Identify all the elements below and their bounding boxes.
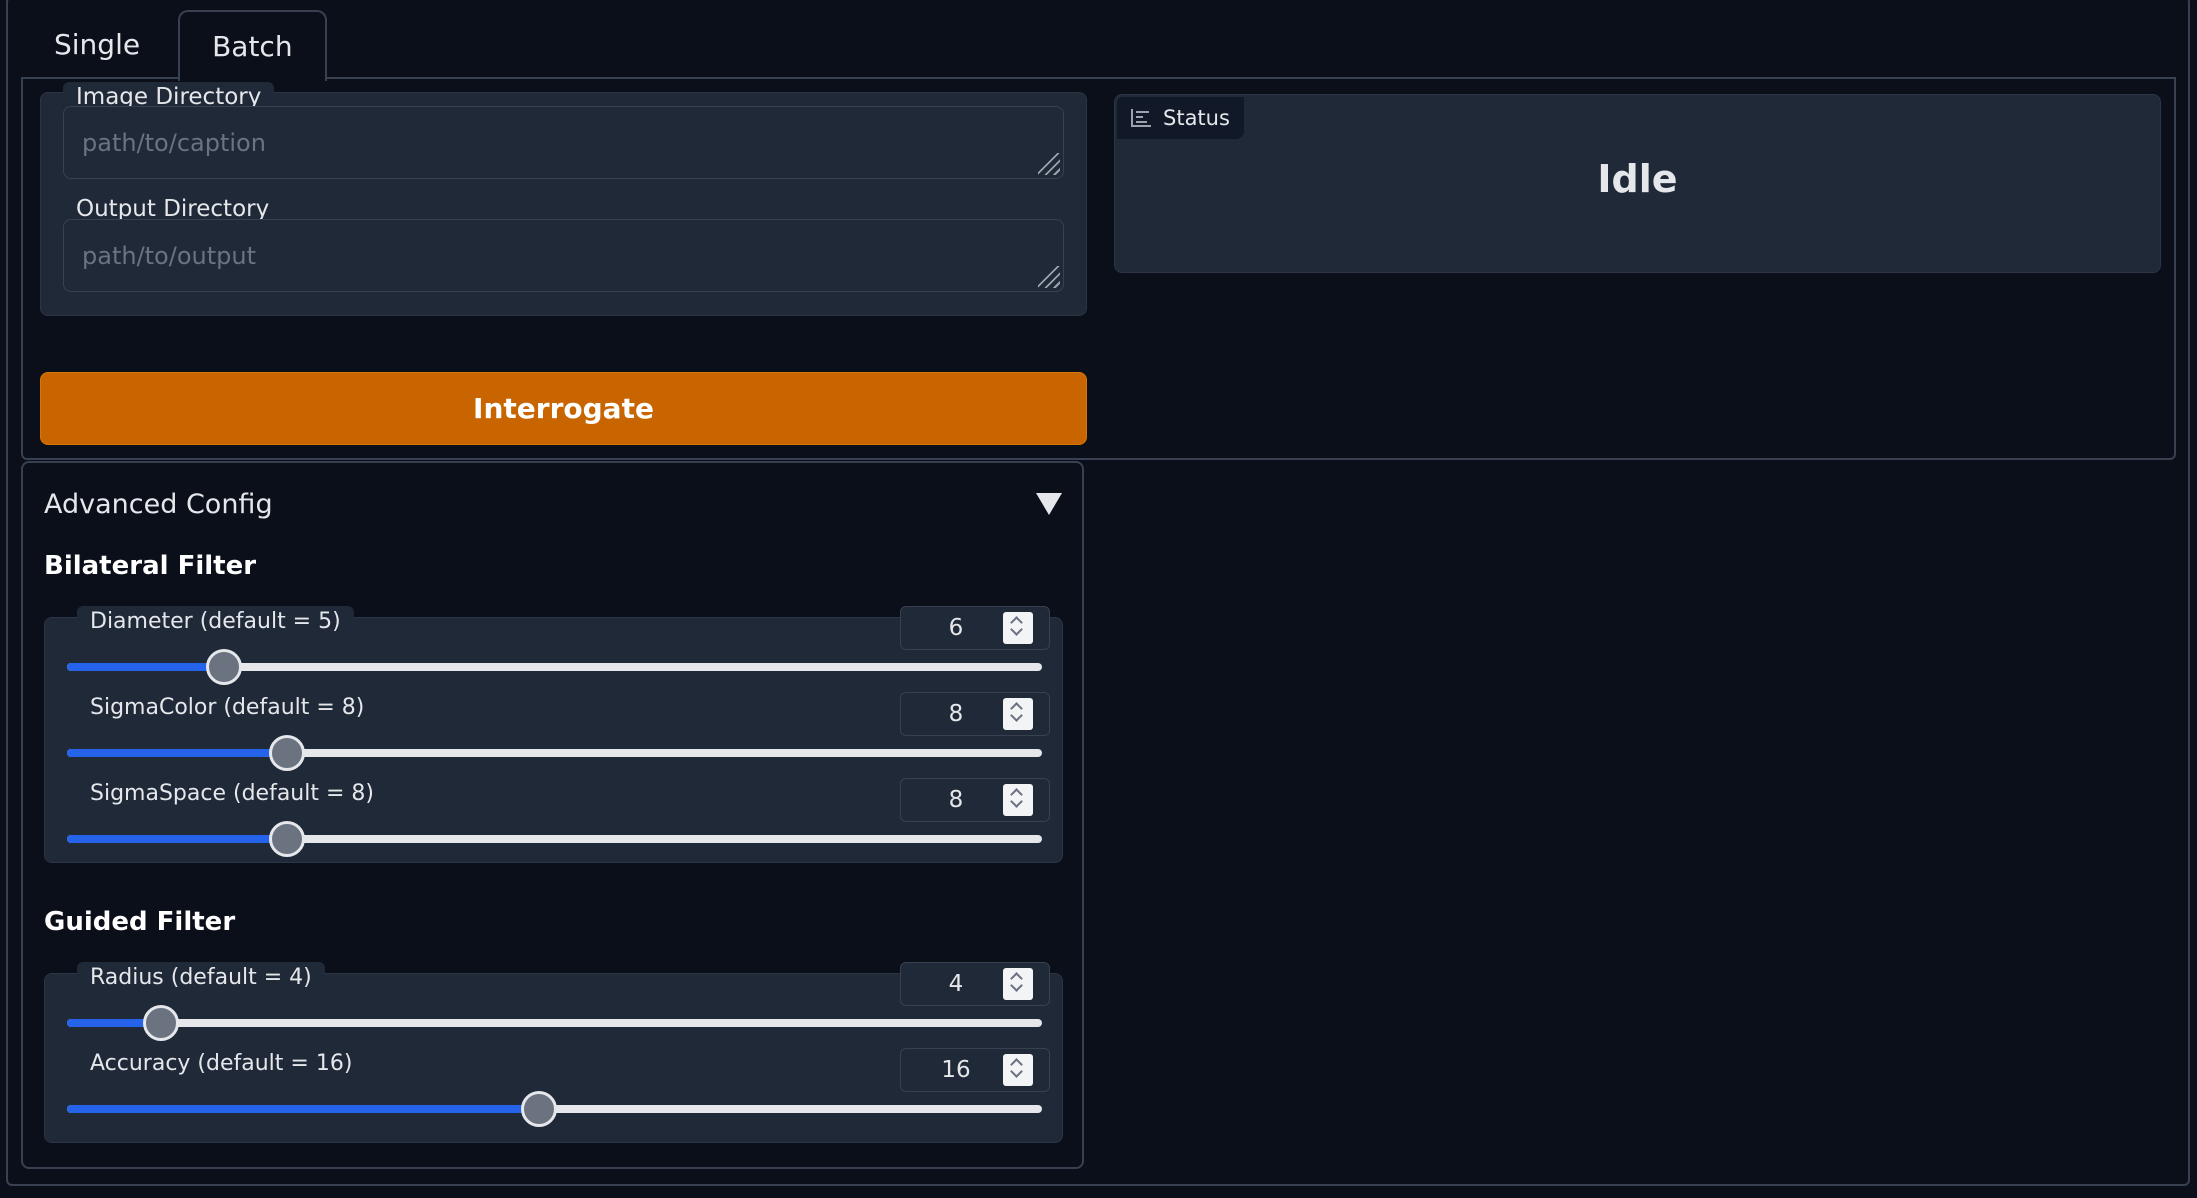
diameter-number-input[interactable]: 6 [900,606,1050,650]
radius-slider[interactable] [67,1005,1042,1041]
sigmaspace-label: SigmaSpace (default = 8) [77,778,387,809]
bilateral-filter-group: Diameter (default = 5) 6 SigmaColor (def… [44,606,1063,863]
radius-label: Radius (default = 4) [77,962,325,993]
advanced-config-title[interactable]: Advanced Config [44,489,273,520]
sigmaspace-slider[interactable] [67,821,1042,857]
accuracy-value[interactable]: 16 [901,1049,1011,1091]
resize-handle-icon[interactable] [1038,266,1060,288]
status-label: Status [1117,97,1244,139]
batch-tab-panel: Image Directory path/to/caption Output D… [21,77,2176,460]
slider-fill [67,663,225,671]
slider-thumb[interactable] [143,1005,180,1041]
slider-thumb[interactable] [269,735,306,771]
sigmaspace-slider-row: SigmaSpace (default = 8) 8 [45,778,1062,876]
spinner-icon[interactable] [1003,698,1033,730]
status-label-text: Status [1163,106,1230,130]
output-directory-input[interactable]: path/to/output [63,219,1064,292]
slider-thumb[interactable] [269,821,306,857]
radius-value[interactable]: 4 [901,963,1011,1005]
accuracy-slider[interactable] [67,1091,1042,1127]
caret-down-icon[interactable] [1036,493,1062,515]
radius-number-input[interactable]: 4 [900,962,1050,1006]
spinner-icon[interactable] [1003,612,1033,644]
advanced-config-accordion: Advanced Config Bilateral Filter Diamete… [21,461,1084,1169]
sigmacolor-slider[interactable] [67,735,1042,771]
diameter-label: Diameter (default = 5) [77,606,354,637]
guided-filter-group: Radius (default = 4) 4 Accuracy (default… [44,962,1063,1146]
slider-fill [67,835,288,843]
slider-fill [67,749,288,757]
sigmacolor-label: SigmaColor (default = 8) [77,692,378,723]
tab-bar: Single Batch [22,10,327,81]
accuracy-label: Accuracy (default = 16) [77,1048,366,1079]
diameter-slider[interactable] [67,649,1042,685]
status-value: Idle [1597,157,1678,201]
image-directory-placeholder: path/to/caption [82,128,266,157]
output-directory-placeholder: path/to/output [82,241,256,270]
sigmacolor-value[interactable]: 8 [901,693,1011,735]
spinner-icon[interactable] [1003,784,1033,816]
accuracy-slider-row: Accuracy (default = 16) 16 [45,1048,1062,1146]
image-directory-input[interactable]: path/to/caption [63,106,1064,179]
slider-thumb[interactable] [520,1091,557,1127]
spinner-icon[interactable] [1003,1054,1033,1086]
accuracy-number-input[interactable]: 16 [900,1048,1050,1092]
status-output: Status Idle [1114,94,2161,273]
guided-filter-heading: Guided Filter [44,907,236,937]
bar-chart-icon [1131,109,1151,127]
slider-thumb[interactable] [206,649,243,685]
tab-single[interactable]: Single [22,10,172,79]
slider-fill [67,1105,539,1113]
spinner-icon[interactable] [1003,968,1033,1000]
directory-fields: Image Directory path/to/caption Output D… [40,82,1087,316]
diameter-value[interactable]: 6 [901,607,1011,649]
tab-batch[interactable]: Batch [178,10,327,81]
sigmacolor-number-input[interactable]: 8 [900,692,1050,736]
resize-handle-icon[interactable] [1038,153,1060,175]
sigmaspace-number-input[interactable]: 8 [900,778,1050,822]
sigmaspace-value[interactable]: 8 [901,779,1011,821]
interrogate-button[interactable]: Interrogate [40,372,1087,445]
bilateral-filter-heading: Bilateral Filter [44,551,257,581]
